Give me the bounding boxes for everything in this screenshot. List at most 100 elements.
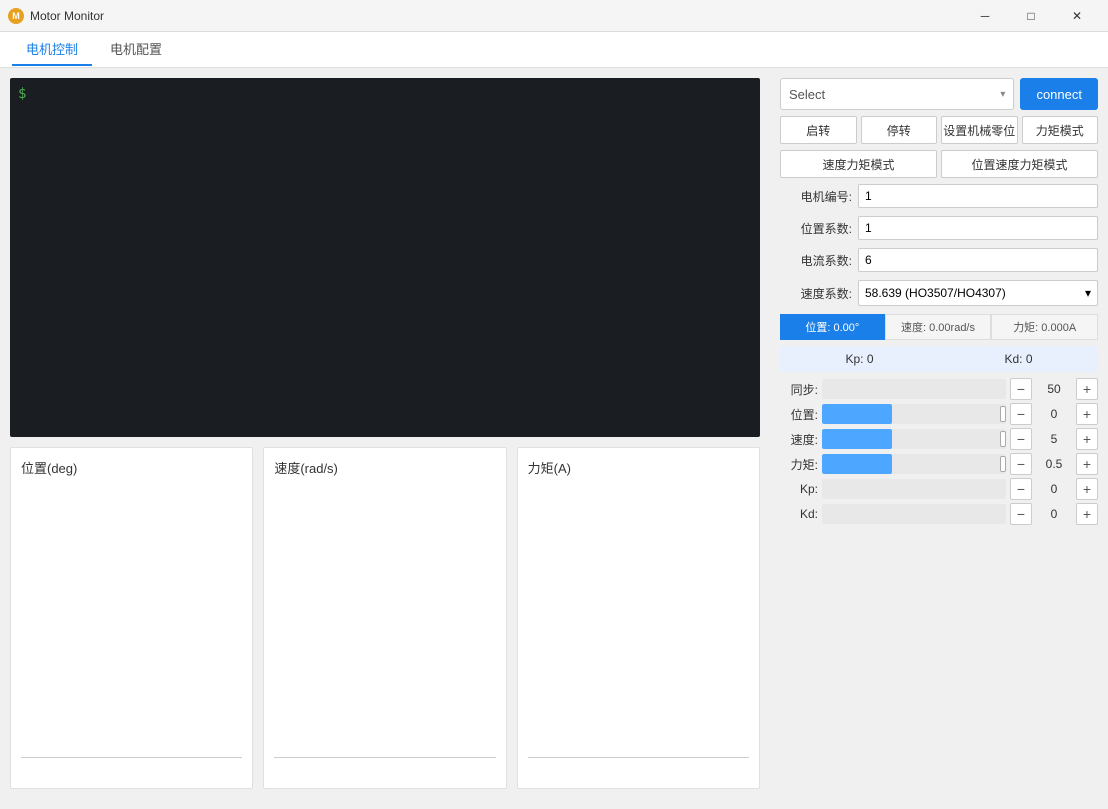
slider-minus-kd[interactable]: − (1010, 503, 1032, 525)
slider-row-position: 位置: −0 + (780, 403, 1098, 425)
slider-row-torque: 力矩: −0.5 + (780, 453, 1098, 475)
window-controls: ─ □ ✕ (962, 0, 1100, 32)
chevron-down-icon: ▾ (1000, 89, 1005, 100)
slider-label-sync: 同步: (780, 381, 818, 398)
position-chart-body (21, 485, 242, 779)
connect-button[interactable]: connect (1020, 78, 1098, 110)
app-title: Motor Monitor (30, 9, 104, 23)
position-chart-line (21, 757, 242, 758)
slider-track-kd[interactable] (822, 504, 1006, 524)
slider-minus-position[interactable]: − (1010, 403, 1032, 425)
minimize-button[interactable]: ─ (962, 0, 1008, 32)
speed-coeff-value: 58.639 (HO3507/HO4307) (865, 286, 1006, 300)
slider-plus-kp[interactable]: + (1076, 478, 1098, 500)
torque-chart-body (528, 485, 749, 779)
slider-row-kd: Kd:−0+ (780, 503, 1098, 525)
slider-track-kp[interactable] (822, 479, 1006, 499)
terminal-area: $ 位置(deg) 速度(rad/s) 力矩(A) (0, 68, 770, 809)
chart-panels: 位置(deg) 速度(rad/s) 力矩(A) (10, 447, 760, 800)
pos-speed-torque-mode-button[interactable]: 位置速度力矩模式 (941, 150, 1098, 178)
kpkd-row: Kp: 0 Kd: 0 (780, 346, 1098, 372)
speed-chart-title: 速度(rad/s) (274, 458, 495, 477)
sliders-container: 同步:−50+位置:−0+速度:−5+力矩:−0.5+Kp:−0+Kd:−0+ (780, 378, 1098, 528)
pos-coeff-row: 位置系数: (780, 216, 1098, 240)
motor-id-row: 电机编号: (780, 184, 1098, 208)
slider-track-sync[interactable] (822, 379, 1006, 399)
slider-plus-speed[interactable]: + (1076, 428, 1098, 450)
speed-chart-line (274, 757, 495, 758)
slider-fill-speed (822, 429, 892, 449)
slider-minus-kp[interactable]: − (1010, 478, 1032, 500)
current-coeff-input[interactable] (858, 248, 1098, 272)
slider-plus-torque[interactable]: + (1076, 453, 1098, 475)
slider-fill-position (822, 404, 892, 424)
stop-button[interactable]: 停转 (861, 116, 938, 144)
speed-status-pill[interactable]: 速度: 0.00rad/s (885, 314, 992, 340)
speed-coeff-select[interactable]: 58.639 (HO3507/HO4307) ▾ (858, 280, 1098, 306)
right-panel: Select ▾ connect 启转 停转 设置机械零位 力矩模式 速度力矩模… (770, 68, 1108, 809)
motor-id-label: 电机编号: (780, 188, 852, 205)
main-content: $ 位置(deg) 速度(rad/s) 力矩(A) (0, 68, 1108, 809)
tab-bar: 电机控制 电机配置 (0, 32, 1108, 68)
slider-fill-torque (822, 454, 892, 474)
port-select[interactable]: Select ▾ (780, 78, 1014, 110)
slider-minus-speed[interactable]: − (1010, 428, 1032, 450)
speed-chart-panel: 速度(rad/s) (263, 447, 506, 790)
slider-row-kp: Kp: −0 + (780, 478, 1098, 500)
close-button[interactable]: ✕ (1054, 0, 1100, 32)
slider-value-sync: 50 (1036, 382, 1072, 396)
port-select-text: Select (789, 87, 825, 102)
slider-value-torque: 0.5 (1036, 457, 1072, 471)
maximize-button[interactable]: □ (1008, 0, 1054, 32)
title-bar-left: M Motor Monitor (8, 8, 104, 24)
speed-torque-mode-button[interactable]: 速度力矩模式 (780, 150, 937, 178)
current-coeff-label: 电流系数: (780, 252, 852, 269)
pos-coeff-input[interactable] (858, 216, 1098, 240)
connect-row: Select ▾ connect (780, 78, 1098, 110)
speed-coeff-row: 速度系数: 58.639 (HO3507/HO4307) ▾ (780, 280, 1098, 306)
kp-display: Kp: 0 (780, 346, 939, 372)
slider-minus-sync[interactable]: − (1010, 378, 1032, 400)
torque-mode-button[interactable]: 力矩模式 (1022, 116, 1099, 144)
slider-label-position: 位置: (780, 406, 818, 423)
position-chart-title: 位置(deg) (21, 458, 242, 477)
terminal[interactable]: $ (10, 78, 760, 437)
kd-display: Kd: 0 (939, 346, 1098, 372)
slider-row-speed: 速度: −5 + (780, 428, 1098, 450)
set-zero-button[interactable]: 设置机械零位 (941, 116, 1018, 144)
current-coeff-row: 电流系数: (780, 248, 1098, 272)
slider-plus-kd[interactable]: + (1076, 503, 1098, 525)
slider-row-sync: 同步: −50 + (780, 378, 1098, 400)
pos-coeff-label: 位置系数: (780, 220, 852, 237)
slider-value-position: 0 (1036, 407, 1072, 421)
slider-track-torque[interactable] (822, 454, 1006, 474)
control-buttons-row1: 启转 停转 设置机械零位 力矩模式 (780, 116, 1098, 144)
slider-minus-torque[interactable]: − (1010, 453, 1032, 475)
start-button[interactable]: 启转 (780, 116, 857, 144)
slider-value-speed: 5 (1036, 432, 1072, 446)
slider-label-torque: 力矩: (780, 456, 818, 473)
motor-id-input[interactable] (858, 184, 1098, 208)
terminal-cursor: $ (18, 86, 26, 102)
slider-value-kp: 0 (1036, 482, 1072, 496)
speed-chart-body (274, 485, 495, 779)
torque-status-pill[interactable]: 力矩: 0.000A (991, 314, 1098, 340)
title-bar: M Motor Monitor ─ □ ✕ (0, 0, 1108, 32)
slider-plus-sync[interactable]: + (1076, 378, 1098, 400)
position-status-pill[interactable]: 位置: 0.00° (780, 314, 885, 340)
mode-buttons-row: 速度力矩模式 位置速度力矩模式 (780, 150, 1098, 178)
tab-motor-control[interactable]: 电机控制 (12, 33, 92, 66)
slider-label-speed: 速度: (780, 431, 818, 448)
status-pills-row: 位置: 0.00° 速度: 0.00rad/s 力矩: 0.000A (780, 314, 1098, 340)
position-chart-panel: 位置(deg) (10, 447, 253, 790)
slider-thumb-torque (1000, 456, 1006, 472)
slider-track-speed[interactable] (822, 429, 1006, 449)
slider-value-kd: 0 (1036, 507, 1072, 521)
slider-label-kp: Kp: (780, 482, 818, 496)
speed-coeff-chevron: ▾ (1085, 286, 1091, 300)
torque-chart-title: 力矩(A) (528, 458, 749, 477)
slider-track-position[interactable] (822, 404, 1006, 424)
tab-motor-config[interactable]: 电机配置 (96, 33, 176, 66)
slider-plus-position[interactable]: + (1076, 403, 1098, 425)
app-icon: M (8, 8, 24, 24)
